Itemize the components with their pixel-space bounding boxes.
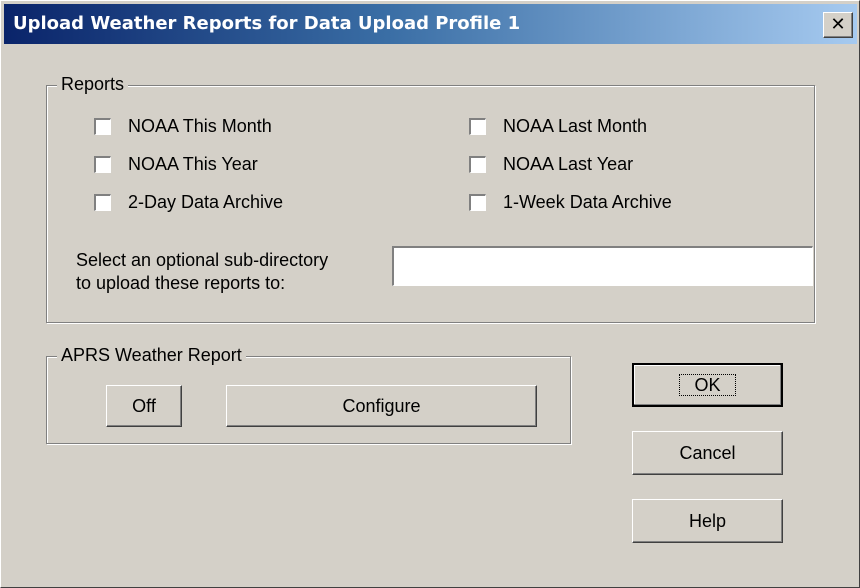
checkbox-box[interactable] (94, 117, 111, 135)
close-icon[interactable]: ✕ (823, 12, 853, 38)
title-bar[interactable]: Upload Weather Reports for Data Upload P… (4, 4, 857, 44)
checkbox-noaa-this-year[interactable]: NOAA This Year (94, 152, 258, 176)
subdirectory-label-line1: Select an optional sub-directory (76, 250, 329, 270)
ok-label: OK (679, 374, 736, 396)
help-button[interactable]: Help (632, 499, 783, 543)
checkbox-box[interactable] (469, 193, 486, 211)
checkbox-label: 2-Day Data Archive (128, 191, 284, 212)
help-label: Help (688, 510, 727, 531)
subdirectory-label: Select an optional sub-directory to uplo… (76, 249, 396, 295)
subdirectory-label-line2: to upload these reports to: (76, 273, 286, 293)
checkbox-box[interactable] (94, 155, 111, 173)
checkbox-noaa-this-month[interactable]: NOAA This Month (94, 114, 272, 138)
aprs-configure-button[interactable]: Configure (226, 385, 537, 427)
checkbox-2-day-archive[interactable]: 2-Day Data Archive (94, 190, 283, 214)
checkbox-label: NOAA Last Month (503, 115, 648, 136)
cancel-label: Cancel (679, 442, 736, 463)
checkbox-label: NOAA This Year (128, 153, 258, 174)
cancel-button[interactable]: Cancel (632, 431, 783, 475)
checkbox-label: NOAA Last Year (503, 153, 634, 174)
checkbox-label: 1-Week Data Archive (503, 191, 672, 212)
reports-group-label: Reports (57, 74, 129, 95)
checkbox-noaa-last-month[interactable]: NOAA Last Month (469, 114, 647, 138)
checkbox-box[interactable] (94, 193, 111, 211)
checkbox-box[interactable] (469, 155, 486, 173)
checkbox-label: NOAA This Month (128, 115, 272, 136)
aprs-group-label: APRS Weather Report (57, 345, 246, 366)
dialog-window: Upload Weather Reports for Data Upload P… (0, 0, 860, 588)
checkbox-noaa-last-year[interactable]: NOAA Last Year (469, 152, 633, 176)
ok-button[interactable]: OK (632, 363, 783, 407)
subdirectory-input[interactable] (392, 246, 813, 286)
aprs-configure-label: Configure (342, 395, 421, 416)
checkbox-1-week-archive[interactable]: 1-Week Data Archive (469, 190, 672, 214)
aprs-off-button[interactable]: Off (106, 385, 182, 427)
dialog-title: Upload Weather Reports for Data Upload P… (13, 13, 521, 34)
checkbox-box[interactable] (469, 117, 486, 135)
close-glyph: ✕ (830, 14, 846, 35)
aprs-off-label: Off (132, 395, 156, 416)
